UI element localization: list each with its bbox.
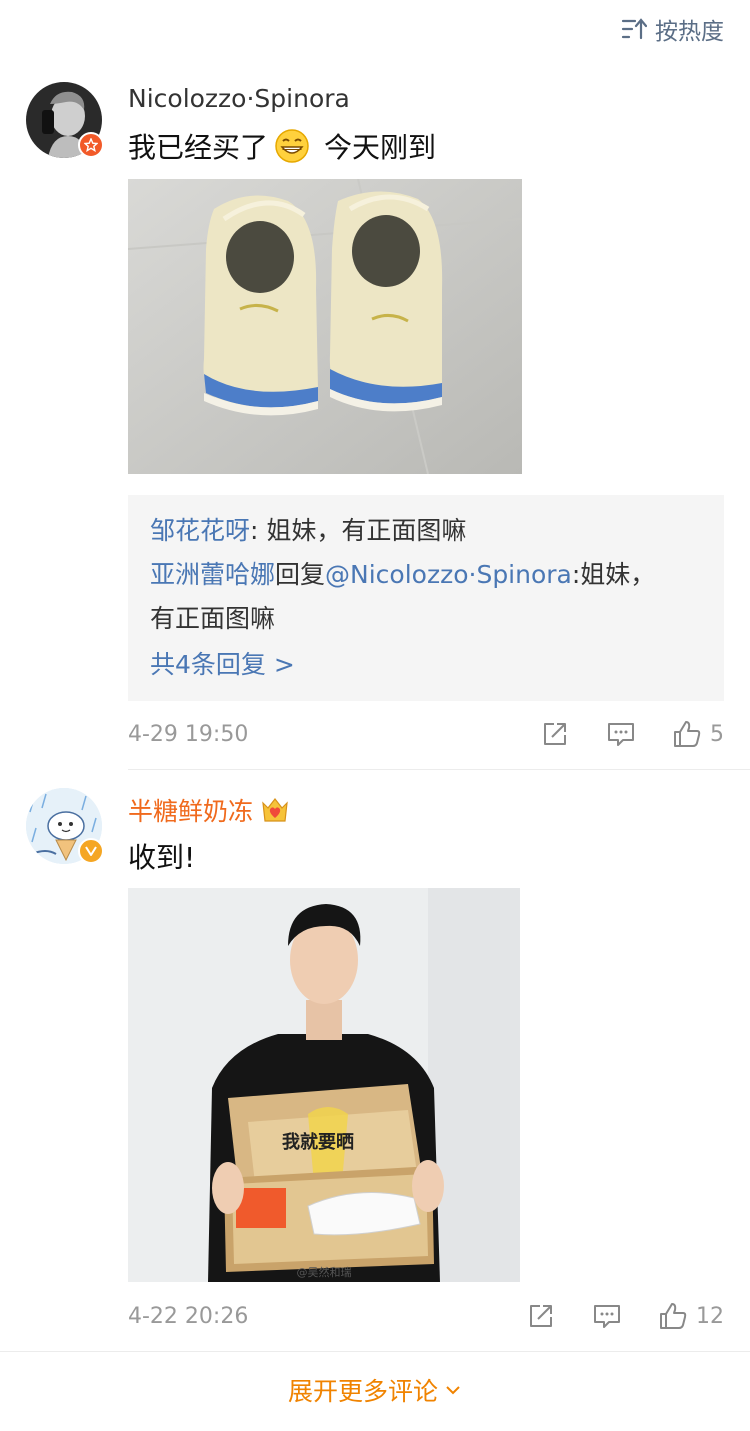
comment-photo[interactable]: 我就要晒 @吴然和瑞 bbox=[128, 888, 520, 1282]
thumbs-up-icon bbox=[660, 1303, 687, 1329]
comment-time: 4-29 19:50 bbox=[128, 721, 249, 747]
comment-time: 4-22 20:26 bbox=[128, 1303, 249, 1329]
like-count: 5 bbox=[710, 721, 724, 747]
comment-meta: 4-22 20:26 12 bbox=[128, 1298, 724, 1334]
comment-username[interactable]: Nicolozzo·Spinora bbox=[128, 84, 350, 113]
reply-item: 亚洲蕾哈娜回复@Nicolozzo·Spinora:姐妹， bbox=[150, 553, 702, 597]
share-icon bbox=[544, 723, 566, 745]
username-text: 半糖鲜奶冻 bbox=[128, 797, 254, 826]
thumbs-up-icon bbox=[674, 721, 701, 747]
like-button[interactable]: 5 bbox=[672, 719, 724, 749]
comment-meta: 4-29 19:50 5 bbox=[128, 716, 724, 752]
verified-badge-icon bbox=[78, 838, 104, 864]
expand-more-comments-button[interactable]: 展开更多评论 bbox=[0, 1352, 750, 1428]
comment-text: 我已经买了 今天刚到 bbox=[128, 122, 436, 170]
comment-text-part: 我已经买了 bbox=[128, 131, 269, 164]
comment-icon bbox=[608, 723, 634, 746]
comment-photo[interactable] bbox=[128, 179, 522, 474]
vip-badge-icon bbox=[78, 132, 104, 158]
expand-label: 展开更多评论 bbox=[287, 1377, 438, 1406]
comment-username[interactable]: 半糖鲜奶冻 bbox=[128, 792, 291, 828]
reply-mention[interactable]: @Nicolozzo·Spinora bbox=[325, 560, 572, 589]
reply-text-continued: 有正面图嘛 bbox=[150, 604, 276, 633]
reply-text: : 姐妹，有正面图嘛 bbox=[250, 516, 467, 545]
sort-label: 按热度 bbox=[655, 19, 724, 45]
chevron-down-icon bbox=[446, 1386, 460, 1395]
like-count: 12 bbox=[696, 1303, 724, 1329]
reply-action: 回复 bbox=[275, 560, 326, 589]
share-icon bbox=[530, 1305, 552, 1327]
comment-icon bbox=[594, 1305, 620, 1328]
share-button[interactable] bbox=[540, 719, 570, 749]
grin-emoji-icon bbox=[275, 129, 309, 163]
reply-button[interactable] bbox=[592, 1301, 622, 1331]
reply-text: :姐妹， bbox=[571, 560, 656, 589]
reply-item: 邹花花呀: 姐妹，有正面图嘛 bbox=[150, 509, 702, 553]
like-button[interactable]: 12 bbox=[658, 1301, 724, 1331]
reply-username[interactable]: 邹花花呀 bbox=[150, 516, 250, 545]
sort-icon bbox=[621, 18, 647, 40]
reply-button[interactable] bbox=[606, 719, 636, 749]
reply-username[interactable]: 亚洲蕾哈娜 bbox=[150, 560, 275, 589]
more-replies-link[interactable]: 共4条回复 > bbox=[150, 643, 295, 687]
comment-divider bbox=[128, 769, 750, 770]
sort-toggle[interactable]: 按热度 bbox=[621, 12, 724, 46]
box-print-text: 我就要晒 bbox=[282, 1131, 354, 1153]
comment-text: 收到! bbox=[128, 841, 196, 874]
crown-heart-icon bbox=[262, 798, 288, 822]
reply-preview[interactable]: 邹花花呀: 姐妹，有正面图嘛 亚洲蕾哈娜回复@Nicolozzo·Spinora… bbox=[128, 495, 724, 701]
comment-text-part: 今天刚到 bbox=[324, 131, 437, 164]
share-button[interactable] bbox=[526, 1301, 556, 1331]
photo-watermark: @吴然和瑞 bbox=[297, 1265, 352, 1279]
